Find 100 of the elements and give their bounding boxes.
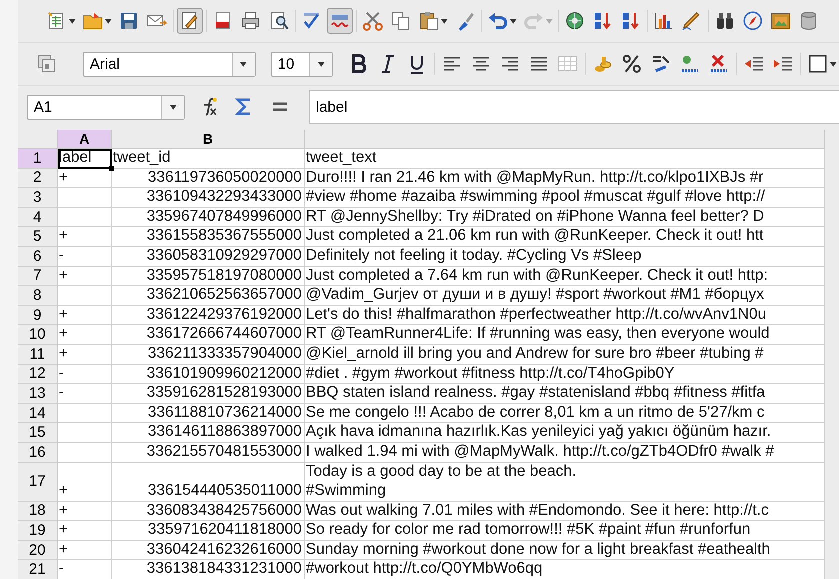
table-cell[interactable] (58, 423, 112, 443)
copy-icon (390, 10, 412, 32)
number-cell[interactable]: 336215570481553000 (112, 442, 305, 462)
table-cell[interactable]: Se me congelo !!! Acabo de correr 8,01 km a un ritmo de 5'27/km c (305, 404, 825, 424)
binoculars-icon (714, 10, 736, 32)
table-cell[interactable]: Duro!!!! I ran 21.46 km with @MapMyRun. http://t.co/klpo1IXBJs #r (305, 168, 825, 188)
table-cell[interactable]: #workout http://t.co/Q0YMbWo6qq (305, 560, 825, 579)
row-header[interactable]: 13 (18, 384, 58, 404)
table-cell[interactable]: So ready for color me rad tomorrow!!! #5K #paint #fun #runforfun (305, 521, 825, 541)
table-cell[interactable]: Was out walking 7.01 miles with #Endomondo. See it here: http://t.c (305, 502, 825, 522)
caret-icon (170, 104, 176, 110)
row-header[interactable]: 3 (18, 188, 58, 208)
number-cell[interactable]: 336211333357904000 (112, 344, 305, 365)
table-cell[interactable]: + (58, 344, 112, 365)
font-name-box[interactable]: Arial (83, 52, 256, 76)
table-cell[interactable]: Sunday morning #workout done now for a light breakfast #eathealth (305, 540, 825, 560)
table-cell[interactable]: + (58, 502, 112, 522)
table-cell[interactable]: + (58, 540, 112, 560)
row-header[interactable]: 17 (18, 462, 58, 502)
table-cell[interactable] (58, 286, 112, 306)
folder-icon (82, 10, 104, 32)
row-header[interactable]: 4 (18, 208, 58, 228)
selected-cell[interactable]: label (58, 149, 112, 169)
row-header[interactable]: 14 (18, 404, 58, 424)
table-cell[interactable]: + (58, 306, 112, 326)
column-header[interactable]: A (58, 130, 112, 149)
table-cell[interactable]: + (58, 227, 112, 247)
caret-icon (69, 18, 76, 24)
table-cell[interactable]: BBQ staten island realness. #gay #statenisland #bbq #fitness #fitfa (305, 384, 825, 404)
row-header[interactable]: 5 (18, 227, 58, 247)
row-header[interactable]: 11 (18, 344, 58, 365)
table-cell[interactable]: I walked 1.94 mi with @MapMyWalk. http://t.co/gZTb4ODfr0 #walk # (305, 442, 825, 462)
row-header[interactable]: 19 (18, 521, 58, 541)
table-cell[interactable]: Let's do this! #halfmarathon #perfectweather http://t.co/wvAnv1N0u (305, 306, 825, 326)
table-cell[interactable]: Just completed a 21.06 km run with @RunKeeper. Check it out! htt (305, 227, 825, 247)
table-cell[interactable]: - (58, 384, 112, 404)
number-cell[interactable]: 336122429376192000 (112, 306, 305, 326)
table-cell[interactable] (58, 188, 112, 208)
toolbar-button[interactable] (177, 8, 203, 34)
name-box[interactable]: A1 (27, 94, 185, 120)
table-cell[interactable]: RT @JennyShellby: Try #iDrated on #iPhone Wanna feel better? D (305, 208, 825, 228)
table-cell[interactable]: #view #home #azaiba #swimming #pool #muscat #gulf #love http:// (305, 188, 825, 208)
globe-icon (564, 10, 586, 32)
table-cell[interactable]: @Kiel_arnold ill bring you and Andrew for sure bro #beer #tubing # (305, 344, 825, 365)
number-cell[interactable]: 336042416232616000 (112, 540, 305, 560)
sidebar-icon (36, 53, 58, 75)
table-cell[interactable]: Açık hava idmanına hazırlık.Kas yenileyici yağ yakıcı öğünüm hazır. (305, 423, 825, 443)
table-cell[interactable]: - (58, 364, 112, 384)
table-cell[interactable] (58, 404, 112, 424)
number-cell[interactable]: 336155835367555000 (112, 227, 305, 247)
number-cell[interactable]: 336118810736214000 (112, 404, 305, 424)
row-header[interactable]: 18 (18, 502, 58, 522)
row-header[interactable]: 2 (18, 168, 58, 188)
number-cell[interactable]: 336210652563657000 (112, 286, 305, 306)
row-header[interactable]: 8 (18, 286, 58, 306)
table-cell[interactable]: Just completed a 7.64 km run with @RunKeeper. Check it out! http: (305, 266, 825, 286)
number-cell[interactable]: 336154440535011000 (112, 462, 305, 502)
font-size-box[interactable]: 10 (270, 52, 334, 76)
number-cell[interactable]: 336083438425756000 (112, 502, 305, 522)
row-header[interactable]: 10 (18, 325, 58, 345)
row-header[interactable]: 15 (18, 423, 58, 443)
row-header[interactable]: 6 (18, 246, 58, 267)
table-cell[interactable]: @Vadim_Gurjev от души и в душу! #sport #workout #M1 #борцух (305, 286, 825, 306)
table-cell[interactable]: #diet . #gym #workout #fitness http://t.co/T4hoGpib0Y (305, 364, 825, 384)
row-header[interactable]: 7 (18, 266, 58, 286)
table-cell[interactable]: - (58, 246, 112, 267)
caret-icon (510, 18, 517, 24)
caret-icon (546, 18, 553, 24)
table-cell[interactable]: tweet_id (112, 149, 305, 169)
column-header[interactable]: B (112, 130, 305, 149)
table-cell[interactable]: + (58, 325, 112, 345)
number-cell[interactable]: 335967407849996000 (112, 208, 305, 228)
row-header[interactable]: 1 (18, 149, 58, 169)
formula-input[interactable]: label (309, 90, 839, 124)
row-header[interactable]: 12 (18, 364, 58, 384)
row-header[interactable]: 21 (18, 560, 58, 579)
number-cell[interactable]: 335971620411818000 (112, 521, 305, 541)
table-cell[interactable]: RT @TeamRunner4Life: If #running was easy, then everyone would (305, 325, 825, 345)
number-cell[interactable]: 336172666744607000 (112, 325, 305, 345)
table-cell[interactable]: + (58, 266, 112, 286)
number-cell[interactable]: 336101909960212000 (112, 364, 305, 384)
table-cell[interactable]: - (58, 560, 112, 579)
number-cell[interactable]: 336119736050020000 (112, 168, 305, 188)
number-cell[interactable]: 335916281528193000 (112, 384, 305, 404)
table-cell[interactable]: Today is a good day to be at the beach. #Swimming (305, 462, 825, 502)
table-cell[interactable]: Definitely not feeling it today. #Cycling Vs #Sleep (305, 246, 825, 267)
number-cell[interactable]: 336109432293433000 (112, 188, 305, 208)
row-header[interactable]: 20 (18, 540, 58, 560)
number-cell[interactable]: 335957518197080000 (112, 266, 305, 286)
table-cell[interactable] (58, 208, 112, 228)
number-cell[interactable]: 336058310929297000 (112, 246, 305, 267)
row-header[interactable]: 9 (18, 306, 58, 326)
number-cell[interactable]: 336138184331231000 (112, 560, 305, 579)
table-cell[interactable]: + (58, 521, 112, 541)
table-cell[interactable] (58, 442, 112, 462)
table-cell[interactable]: + (58, 462, 112, 502)
row-header[interactable]: 16 (18, 442, 58, 462)
table-cell[interactable]: tweet_text (305, 149, 825, 169)
table-cell[interactable]: + (58, 168, 112, 188)
number-cell[interactable]: 336146118863897000 (112, 423, 305, 443)
